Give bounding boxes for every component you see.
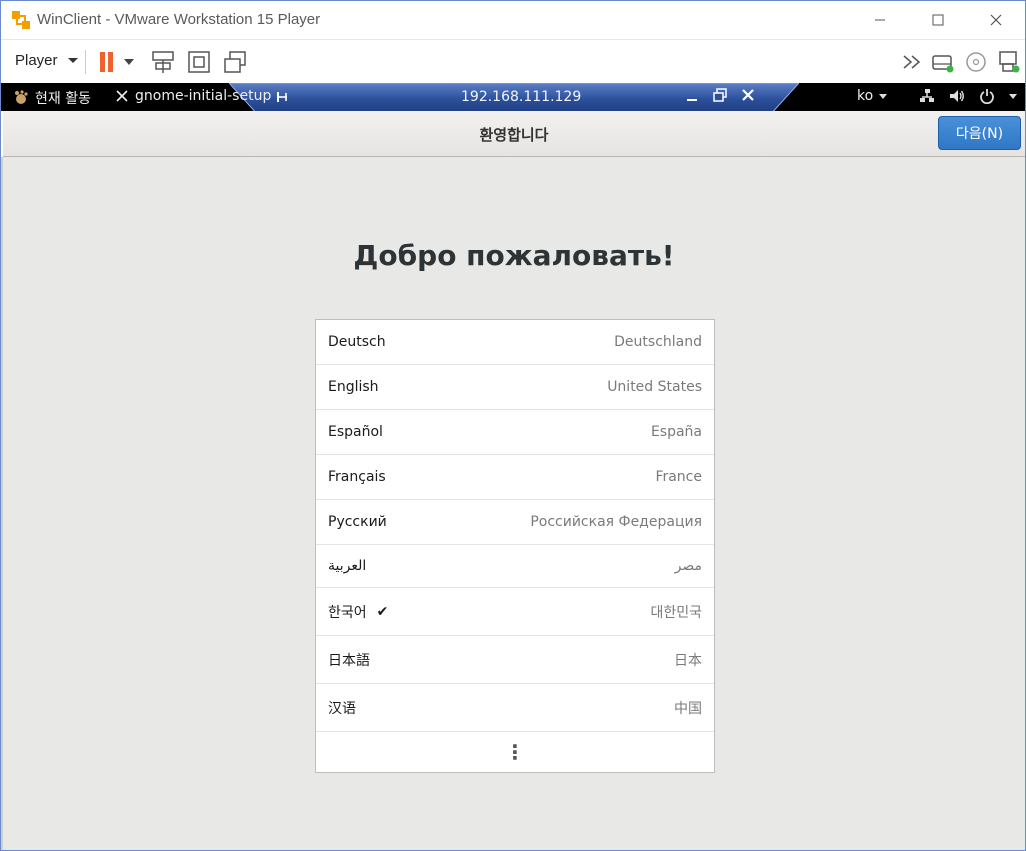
window-titlebar: WinClient - VMware Workstation 15 Player: [1, 1, 1025, 39]
language-row[interactable]: Español España: [316, 410, 714, 455]
tools-icon: [116, 90, 128, 102]
language-name: Français: [328, 469, 386, 485]
input-language-label: ko: [857, 88, 874, 104]
player-menu[interactable]: Player: [15, 52, 78, 69]
minimize-icon: [875, 19, 885, 21]
language-name: 汉语: [328, 700, 356, 717]
next-button[interactable]: 다음(N): [938, 116, 1021, 150]
language-region: 대한민국: [650, 604, 702, 621]
welcome-page: Добро пожаловать! Deutsch Deutschland En…: [3, 157, 1025, 850]
language-region: España: [650, 424, 702, 440]
hard-disk-button[interactable]: [929, 48, 957, 76]
language-row[interactable]: 汉语 中国: [316, 684, 714, 732]
language-name: 한국어 ✔: [328, 602, 388, 622]
language-region: United States: [607, 379, 702, 395]
language-list: Deutsch Deutschland English United State…: [315, 319, 715, 773]
language-name: Русский: [328, 514, 387, 530]
language-name-text: 한국어: [328, 604, 367, 621]
volume-icon[interactable]: [949, 88, 965, 104]
pause-icon: [100, 52, 113, 72]
pause-button[interactable]: [94, 48, 122, 76]
minimize-button[interactable]: [851, 1, 909, 39]
language-row[interactable]: Deutsch Deutschland: [316, 320, 714, 365]
hard-disk-icon: [932, 55, 954, 73]
double-chevron-right-icon: [903, 55, 921, 69]
activities-label: 현재 활동: [35, 91, 91, 107]
toolbar-divider: [85, 50, 86, 74]
window-title: WinClient - VMware Workstation 15 Player: [37, 11, 321, 28]
minimize-icon[interactable]: [685, 88, 699, 102]
language-region: 中国: [674, 700, 702, 717]
send-ctrl-alt-del-button[interactable]: [149, 48, 177, 76]
remote-host-address: 192.168.111.129: [461, 89, 582, 105]
language-row[interactable]: 日本語 日本: [316, 636, 714, 684]
unity-icon: [224, 51, 246, 73]
maximize-icon: [932, 14, 944, 26]
checkmark-icon: ✔: [376, 603, 389, 620]
language-name: Deutsch: [328, 334, 386, 350]
language-name: 日本語: [328, 652, 370, 669]
network-icon[interactable]: [919, 88, 935, 104]
close-icon[interactable]: [741, 88, 755, 102]
more-vertical-icon: ⋮: [505, 740, 525, 764]
system-tray: [919, 88, 1017, 104]
setup-header-bar: 환영합니다 다음(N): [3, 111, 1025, 157]
network-adapter-icon: [999, 51, 1020, 73]
welcome-heading: Добро пожаловать!: [353, 239, 675, 272]
language-region: France: [655, 469, 702, 485]
chevron-down-icon: [67, 58, 78, 63]
language-region: Российская Федерация: [530, 514, 702, 530]
cd-rom-button[interactable]: [962, 48, 990, 76]
language-row[interactable]: Français France: [316, 455, 714, 500]
language-row[interactable]: English United States: [316, 365, 714, 410]
power-icon[interactable]: [979, 88, 995, 104]
remote-window-controls: [685, 88, 755, 102]
fullscreen-button[interactable]: [185, 48, 213, 76]
send-keys-icon: [152, 51, 174, 73]
language-name: العربية: [328, 558, 367, 574]
gnome-top-bar: 현재 활동 gnome-initial-setup 192.168.111.12…: [1, 83, 1025, 116]
app-menu-label: gnome-initial-setup: [135, 88, 272, 104]
language-region: Deutschland: [614, 334, 702, 350]
chevron-down-icon: [124, 59, 134, 65]
language-row[interactable]: Русский Российская Федерация: [316, 500, 714, 545]
language-name: Español: [328, 424, 383, 440]
more-languages-button[interactable]: ⋮: [316, 732, 714, 772]
vmware-toolbar: Player: [1, 39, 1025, 83]
vmware-logo-icon: [12, 11, 30, 29]
language-name: English: [328, 379, 379, 395]
language-row-selected[interactable]: 한국어 ✔ 대한민국: [316, 588, 714, 636]
vmware-player-window: WinClient - VMware Workstation 15 Player…: [0, 0, 1026, 851]
unity-button[interactable]: [221, 48, 249, 76]
chevron-down-icon[interactable]: [1009, 93, 1017, 99]
language-region: 日本: [674, 652, 702, 669]
pin-icon[interactable]: [275, 90, 289, 104]
player-menu-label: Player: [15, 52, 58, 69]
restore-icon[interactable]: [713, 88, 727, 102]
gnome-foot-icon: [15, 90, 28, 104]
maximize-button[interactable]: [909, 1, 967, 39]
cd-icon: [966, 52, 986, 72]
app-menu[interactable]: gnome-initial-setup: [115, 88, 271, 104]
input-language-indicator[interactable]: ko: [857, 88, 888, 104]
close-button[interactable]: [967, 1, 1025, 39]
power-dropdown-button[interactable]: [119, 48, 139, 76]
language-row[interactable]: العربية مصر: [316, 545, 714, 588]
network-adapter-button[interactable]: [995, 48, 1023, 76]
close-icon: [990, 14, 1002, 26]
language-region: مصر: [674, 558, 702, 574]
fullscreen-icon: [188, 51, 210, 73]
activities-button[interactable]: 현재 활동: [13, 88, 91, 108]
show-more-button[interactable]: [899, 48, 927, 76]
chevron-down-icon: [879, 93, 888, 99]
page-title: 환영합니다: [479, 126, 549, 144]
